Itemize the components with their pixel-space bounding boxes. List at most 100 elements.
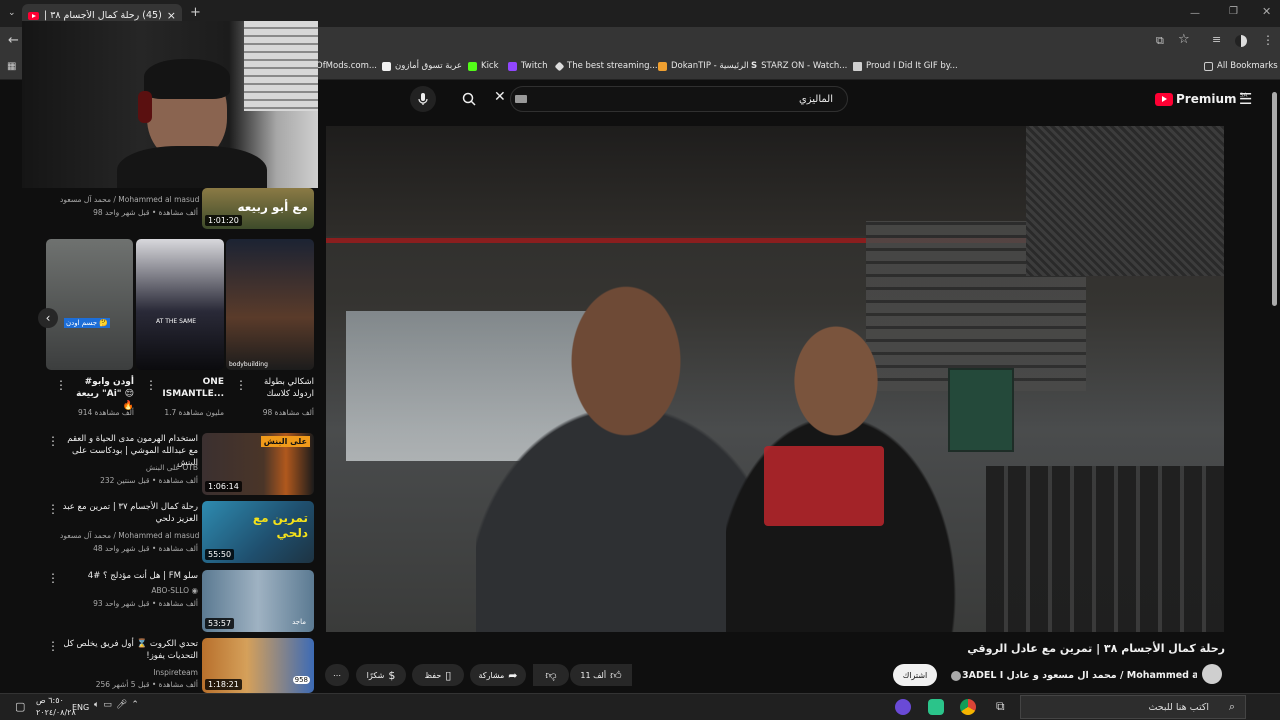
channel-name[interactable]: ABO-SLLO ◉ [60, 586, 198, 595]
bookmark-item[interactable]: عربة تسوق أمازون [382, 61, 462, 71]
all-bookmarks[interactable]: All Bookmarks [1204, 61, 1278, 71]
thanks-button[interactable]: شكرًا $ [356, 664, 406, 686]
short-title[interactable]: ONE ISMANTLE... [158, 376, 224, 400]
more-options-icon[interactable]: ⋮ [145, 379, 157, 391]
channel-name[interactable]: محمد آل مسعود / Mohammed al masud [60, 531, 199, 540]
video-thumbnail[interactable]: تمرين مع دلحي 55:50 [202, 501, 314, 563]
channel-name[interactable]: على البنش OTB [60, 463, 198, 472]
video-player[interactable] [326, 126, 1224, 632]
save-icon: ▯ [445, 668, 452, 682]
tab-search-icon[interactable]: ⌄ [8, 8, 16, 18]
short-thumbnail[interactable]: bodybuilding [226, 239, 314, 370]
bookmark-item[interactable]: The best streaming... [554, 61, 658, 71]
more-options-icon[interactable]: ⋮ [47, 435, 59, 447]
app-purple-icon[interactable] [895, 699, 911, 715]
dislike-button[interactable]: 👎︎ [533, 664, 569, 686]
kick-icon [468, 61, 477, 71]
video-dumbbell-rack [986, 466, 1224, 632]
tray-icons[interactable]: 🔈︎▭🎤︎⌃ [94, 700, 143, 710]
bookmark-item[interactable]: OfMods.com... [316, 61, 377, 71]
new-tab-button[interactable]: + [190, 5, 201, 20]
search-input[interactable]: الماليزي [510, 86, 848, 112]
premium-label: Premium [1176, 92, 1237, 106]
short-views: 1.7 مليون مشاهدة [164, 408, 224, 417]
dokantip-icon [658, 61, 667, 71]
task-view-icon[interactable]: ⧉ [996, 699, 1005, 714]
bookmark-item[interactable]: Kick [468, 61, 499, 71]
thanks-icon: $ [388, 668, 396, 682]
page-scrollbar[interactable] [1272, 92, 1277, 306]
clock-time[interactable]: ٦:٥٠ ص [36, 696, 64, 705]
cast-icon[interactable]: ⧉ [1156, 34, 1164, 48]
hamburger-menu-icon[interactable]: ☰ [1239, 90, 1252, 108]
more-actions-button[interactable]: ⋯ [325, 664, 349, 686]
short-thumbnail[interactable]: AT THE SAME [136, 239, 224, 370]
duration-badge: 1:18:21 [205, 679, 242, 690]
bookmark-star-icon[interactable]: ☆ [1178, 32, 1190, 47]
notification-icon[interactable]: ▢ [15, 700, 25, 713]
verified-icon: ◉ [191, 586, 198, 595]
short-views: 914 ألف مشاهدة [77, 408, 134, 417]
like-count: 11 ألف [580, 670, 607, 680]
channel-name[interactable]: محمد آل مسعود / Mohammed al masud [60, 195, 199, 204]
more-options-icon[interactable]: ⋮ [47, 640, 59, 652]
shorts-prev-button[interactable]: ‹ [38, 308, 58, 328]
youtube-logo[interactable]: Premium SA [1155, 92, 1248, 106]
streaming-icon [554, 61, 565, 71]
menu-icon[interactable]: ⋮ [1262, 33, 1274, 47]
more-options-icon[interactable]: ⋮ [47, 572, 59, 584]
bookmark-item[interactable]: Twitch [508, 61, 548, 71]
channel-name[interactable]: Inspireteam [60, 668, 198, 677]
video-title[interactable]: سلو FM | هل أنت مؤدلج ؟ #4 [60, 570, 198, 582]
video-thumbnail[interactable]: ماجد 53:57 [202, 570, 314, 632]
bookmark-item[interactable]: Proud I Did It GIF by... [853, 61, 958, 71]
window-close-icon[interactable]: ✕ [1262, 5, 1271, 18]
short-title[interactable]: اشكالي بطولة اردولد كلاسك [246, 376, 314, 400]
voice-search-button[interactable] [410, 86, 436, 112]
channel-name[interactable]: 3ADEL I محمد آل مسعود و عادل / Mohammed … [962, 670, 1197, 681]
video-thumbnail[interactable]: 958 1:18:21 [202, 638, 314, 693]
subscribe-button[interactable]: اشتراك [893, 664, 937, 686]
like-button[interactable]: 11 ألف 👍︎ [570, 664, 632, 686]
more-options-icon[interactable]: ⋮ [55, 379, 67, 391]
short-thumbnail[interactable]: جسم اودن 🤔 [46, 239, 133, 370]
keyboard-icon[interactable] [515, 95, 527, 103]
chrome-icon[interactable] [960, 699, 976, 715]
taskbar-search-input[interactable]: اكتب هنا للبحث ⌕ [1020, 695, 1246, 719]
clear-search-icon[interactable]: ✕ [494, 89, 506, 105]
video-thumbnail[interactable]: مع أبو ربيعه 1:01:20 [202, 188, 314, 229]
video-title[interactable]: تحدي الكروت ⌛ أول فريق يخلص كل التحديات … [60, 638, 198, 662]
share-icon: ➦ [508, 668, 518, 682]
save-button[interactable]: حفظ ▯ [412, 664, 464, 686]
folder-icon [1204, 61, 1213, 71]
duration-badge: 55:50 [205, 549, 235, 560]
channel-avatar[interactable] [1202, 664, 1222, 684]
video-meta: 98 ألف مشاهدة • قبل شهر واحد [93, 208, 198, 217]
more-icon: ⋯ [333, 670, 341, 680]
share-button[interactable]: مشاركة ➦ [470, 664, 526, 686]
bookmark-item[interactable]: DokanTIP - الرئيسية [658, 61, 749, 71]
short-title[interactable]: #أودن وابو ربيعة "Ai" 😌 🔥 [66, 376, 134, 412]
youtube-play-icon [1155, 92, 1173, 106]
clock-date[interactable]: ٢٠٢٤/٠٨/٢٨ [36, 708, 76, 717]
video-title: رحلة كمال الأجسام ٣٨ | تمرين مع عادل الر… [967, 642, 1225, 655]
search-button[interactable] [458, 88, 480, 110]
starz-icon: S [751, 61, 758, 71]
profile-avatar[interactable] [1235, 35, 1247, 47]
media-icon[interactable]: ≡ [1212, 33, 1221, 46]
minimize-icon[interactable]: — [1190, 8, 1200, 19]
more-options-icon[interactable]: ⋮ [47, 503, 59, 515]
microphone-icon [418, 93, 428, 105]
webcam-person-hair [144, 59, 230, 99]
more-options-icon[interactable]: ⋮ [235, 379, 247, 391]
video-meta: 256 ألف مشاهدة • قبل 5 أشهر [95, 680, 198, 689]
video-title[interactable]: رحلة كمال الأجسام ٣٧ | تمرين مع عبد العز… [60, 501, 198, 525]
restore-icon[interactable]: ❐ [1229, 6, 1238, 17]
search-icon [462, 92, 476, 106]
bookmark-item[interactable]: S STARZ ON - Watch... [751, 61, 847, 71]
document-icon [853, 61, 862, 71]
back-icon[interactable]: ← [8, 33, 19, 48]
app-green-icon[interactable] [928, 699, 944, 715]
video-thumbnail[interactable]: على البنش 1:06:14 [202, 433, 314, 495]
apps-grid-icon[interactable]: ▦ [7, 61, 16, 72]
